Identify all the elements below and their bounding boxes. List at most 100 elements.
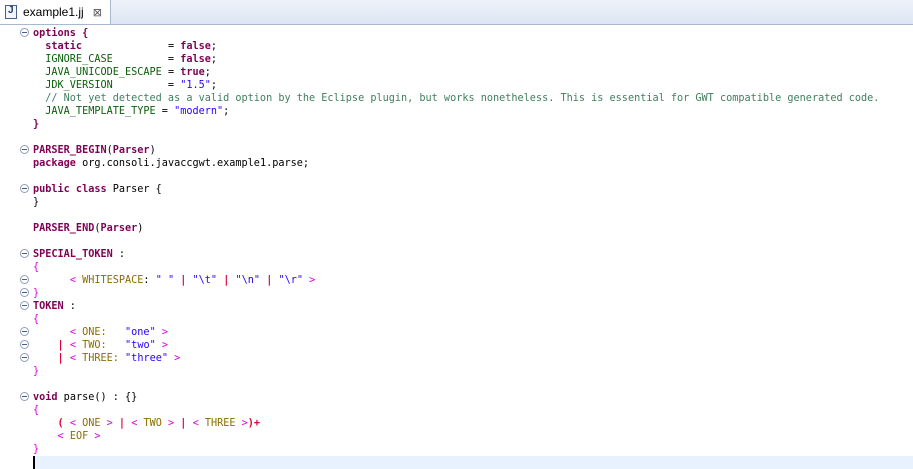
code-token: true [180,67,205,78]
code-text: PARSER_END(Parser) [33,222,143,235]
code-token: JAVA_TEMPLATE_TYPE [33,106,156,117]
code-token: = [82,41,181,52]
code-token: false [180,54,211,65]
code-token: ; [210,54,218,65]
code-token: } [33,288,40,299]
fold-collapse-icon[interactable] [20,353,29,362]
code-token: PARSER_BEGIN [33,145,107,156]
code-token: } [33,119,40,130]
code-line: < EOF > [0,430,913,443]
code-text: JAVA_TEMPLATE_TYPE = "modern"; [33,105,229,118]
code-line: public class Parser { [0,183,913,196]
code-line: ( < ONE > | < TWO > | < THREE >)+ [0,417,913,430]
code-line: void parse() : {} [0,391,913,404]
fold-collapse-icon[interactable] [20,28,29,37]
code-token: { [33,314,40,325]
code-text: TOKEN : [33,300,76,313]
fold-collapse-icon[interactable] [20,340,29,349]
code-line: } [0,118,913,131]
code-text: void parse() : {} [33,391,137,404]
code-token: : [63,301,76,312]
code-text: } [33,118,39,131]
code-token: "1.5" [180,80,211,91]
code-token: parse() : {} [57,392,138,403]
code-token: void [33,392,58,403]
code-token: IGNORE_CASE [33,54,113,65]
code-token: "one" [125,327,156,338]
code-text: JDK_VERSION = "1.5"; [33,79,217,92]
code-token: // Not yet detected as a valid option by… [33,93,880,104]
code-text: SPECIAL_TOKEN : [33,248,125,261]
fold-collapse-icon[interactable] [20,249,29,258]
code-text: < WHITESPACE: " " | "\t" | "\n" | "\r" > [33,274,315,287]
code-token: EOF [63,431,95,442]
code-token: Parser [112,145,150,156]
code-line: { [0,261,913,274]
code-text: } [33,196,39,209]
fold-collapse-icon[interactable] [20,392,29,401]
code-token: SPECIAL_TOKEN [33,249,113,260]
tab-title: example1.jj [23,5,84,19]
code-line: package org.consoli.javaccgwt.example1.p… [0,157,913,170]
code-token: TWO [137,418,169,429]
code-token: options { [33,28,89,39]
fold-collapse-icon[interactable] [20,184,29,193]
code-line: JAVA_UNICODE_ESCAPE = true; [0,66,913,79]
code-token: = [112,80,181,91]
code-token: "two" [125,340,156,351]
fold-collapse-icon[interactable] [20,288,29,297]
code-token: } [33,197,40,208]
code-token: > [161,340,168,351]
code-text: options { [33,27,88,40]
code-token: "\r" [278,275,304,286]
code-token: THREE [198,418,242,429]
code-token: Parser [100,223,138,234]
code-token: : [112,249,126,260]
code-token: TWO: [75,340,107,351]
code-token: ; [210,41,218,52]
code-text: } [33,443,39,456]
code-token: ) [149,145,156,156]
fold-collapse-icon[interactable] [20,301,29,310]
code-text: < ONE: "one" > [33,326,168,339]
code-token: = [155,106,175,117]
code-line: PARSER_BEGIN(Parser) [0,144,913,157]
code-token: ; [204,67,211,78]
code-line: PARSER_END(Parser) [0,222,913,235]
code-token: "\n" [235,275,261,286]
code-text: < EOF > [33,430,101,443]
fold-collapse-icon[interactable] [20,327,29,336]
code-text: { [33,404,39,417]
code-token: ; [223,106,230,117]
code-token: "\t" [192,275,218,286]
code-line: SPECIAL_TOKEN : [0,248,913,261]
code-text: PARSER_BEGIN(Parser) [33,144,156,157]
code-line: // Not yet detected as a valid option by… [0,92,913,105]
code-editor[interactable]: options { static = false; IGNORE_CASE = … [0,25,913,469]
editor-tab-example1[interactable]: example1.jj ⊠ [0,0,111,24]
code-text: } [33,365,39,378]
code-token: static [33,41,83,52]
code-text: static = false; [33,40,217,53]
code-token: )+ [247,418,261,429]
close-icon[interactable]: ⊠ [93,6,102,19]
code-token: ONE [75,418,107,429]
code-line: | < TWO: "two" > [0,339,913,352]
fold-collapse-icon[interactable] [20,275,29,284]
code-text: package org.consoli.javaccgwt.example1.p… [33,157,309,170]
code-token: = [112,54,181,65]
code-token: org.consoli.javaccgwt.example1.parse; [75,158,310,169]
fold-collapse-icon[interactable] [20,145,29,154]
code-token: PARSER_END [33,223,95,234]
code-token: "modern" [174,106,224,117]
